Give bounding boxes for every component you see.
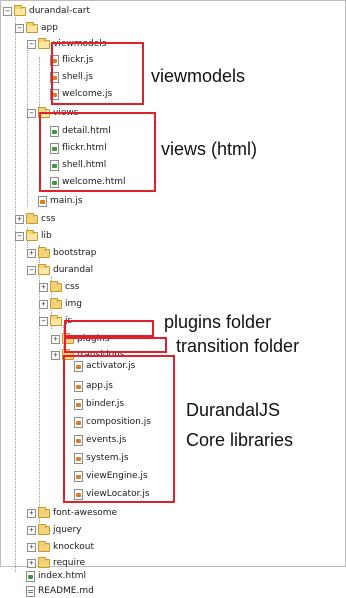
annotation-views: views (html) [161,139,258,159]
folder-icon [26,212,38,224]
highlight-box-views [39,112,156,192]
tree-item-durandal-cart[interactable]: − durandal-cart [3,4,90,18]
tree-item-css[interactable]: + css [15,212,55,226]
project-explorer-panel: − durandal-cart − app − viewmodels flick… [0,0,346,597]
folder-icon [38,506,50,518]
folder-open-icon [26,21,38,33]
tree-item-lib[interactable]: − lib [15,229,52,243]
folder-open-icon [38,263,50,275]
highlight-box-viewmodels [51,42,144,105]
collapse-toggle-icon[interactable]: − [27,39,36,49]
tree-item-bootstrap[interactable]: + bootstrap [27,246,96,260]
text-file-icon [26,585,35,597]
folder-icon [38,556,50,568]
expand-toggle-icon[interactable]: + [39,299,48,309]
collapse-toggle-icon[interactable]: − [27,108,36,118]
tree-item-font-awesome[interactable]: + font-awesome [27,506,117,520]
expand-toggle-icon[interactable]: + [27,558,36,568]
tree-item-durandal[interactable]: − durandal [27,263,93,277]
annotation-core-title: DurandalJS [186,400,281,420]
html-file-icon [26,570,35,582]
folder-open-icon [14,4,26,16]
collapse-toggle-icon[interactable]: − [15,231,24,241]
tree-guide [27,41,28,207]
highlight-box-transitions [64,337,167,353]
folder-icon [38,523,50,535]
collapse-toggle-icon[interactable]: − [15,23,24,33]
folder-open-icon [50,314,62,326]
expand-toggle-icon[interactable]: + [27,525,36,535]
tree-item-durandal-css[interactable]: + css [39,280,79,294]
expand-toggle-icon[interactable]: + [51,334,60,344]
tree-item-knockout[interactable]: + knockout [27,540,94,554]
tree-item-require[interactable]: + require [27,556,85,570]
folder-open-icon [26,229,38,241]
tree-item-readme-md[interactable]: README.md [15,584,94,598]
highlight-box-plugins [64,320,154,337]
tree-item-app[interactable]: − app [15,21,58,35]
highlight-box-core-libraries [63,355,175,503]
js-file-icon [38,195,47,207]
annotation-core-subtitle: Core libraries [186,430,294,450]
expand-toggle-icon[interactable]: + [15,214,24,224]
expand-toggle-icon[interactable]: + [27,542,36,552]
collapse-toggle-icon[interactable]: − [39,316,48,326]
expand-toggle-icon[interactable]: + [27,248,36,258]
folder-icon [38,540,50,552]
expand-toggle-icon[interactable]: + [27,508,36,518]
expand-toggle-icon[interactable]: + [51,350,60,360]
folder-icon [38,246,50,258]
annotation-viewmodels: viewmodels [151,66,246,86]
collapse-toggle-icon[interactable]: − [27,265,36,275]
tree-item-index-html[interactable]: index.html [15,569,86,583]
collapse-toggle-icon[interactable]: − [3,6,12,16]
tree-guide [15,17,16,572]
expand-toggle-icon[interactable]: + [39,282,48,292]
annotation-transitions: transition folder [176,336,300,356]
tree-item-jquery[interactable]: + jquery [27,523,81,537]
folder-icon [50,280,62,292]
folder-open-icon [38,37,50,49]
annotation-plugins: plugins folder [164,312,272,332]
folder-icon [50,297,62,309]
tree-item-main-js[interactable]: main.js [27,194,83,208]
tree-item-durandal-img[interactable]: + img [39,297,82,311]
